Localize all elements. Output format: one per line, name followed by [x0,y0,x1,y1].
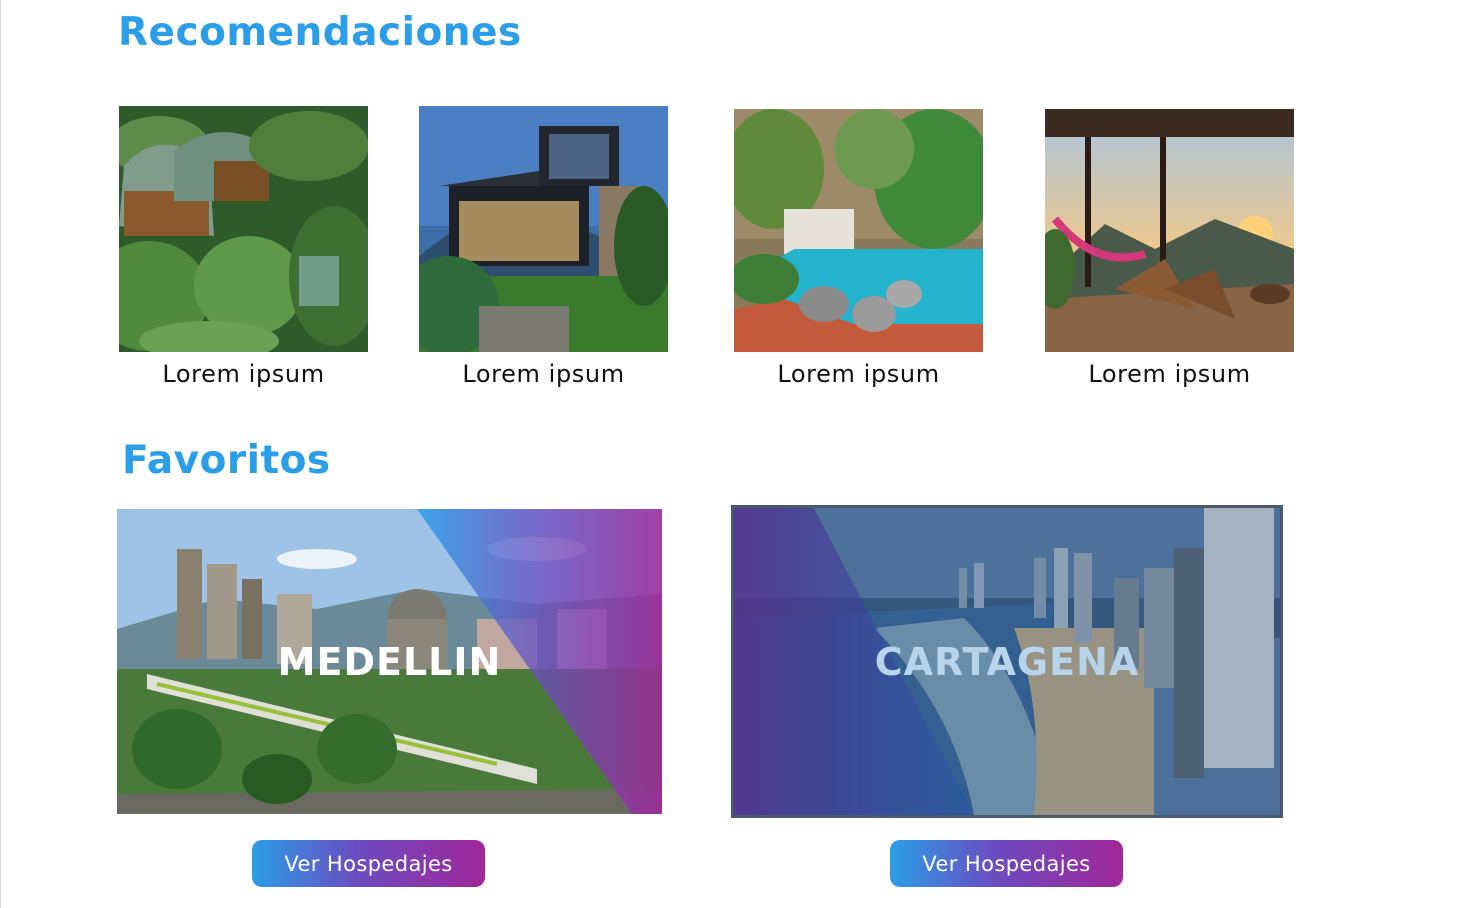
recommendation-label: Lorem ipsum [462,360,625,388]
recommendation-label: Lorem ipsum [162,360,325,388]
recommendation-photo[interactable] [1045,109,1294,352]
recommendation-label: Lorem ipsum [777,360,940,388]
favorite-city-name: MEDELLIN [277,639,502,684]
favorite-card-cartagena[interactable]: CARTAGENA [731,505,1283,818]
favorite-city-name: CARTAGENA [874,639,1140,684]
recommendations-title: Recomendaciones [118,10,522,55]
favorites-title: Favoritos [122,438,331,483]
view-lodgings-button[interactable]: Ver Hospedajes [252,840,485,887]
view-lodgings-button[interactable]: Ver Hospedajes [890,840,1123,887]
recommendation-label: Lorem ipsum [1088,360,1251,388]
favorite-card-medellin[interactable]: MEDELLIN [117,509,662,814]
recommendation-card[interactable]: Lorem ipsum [419,106,668,388]
recommendation-card[interactable]: Lorem ipsum [1045,109,1294,388]
recommendation-photo[interactable] [119,106,368,352]
recommendation-photo[interactable] [734,109,983,352]
recommendation-card[interactable]: Lorem ipsum [119,106,368,388]
recommendation-card[interactable]: Lorem ipsum [734,109,983,388]
left-border [0,0,1,908]
recommendation-photo[interactable] [419,106,668,352]
